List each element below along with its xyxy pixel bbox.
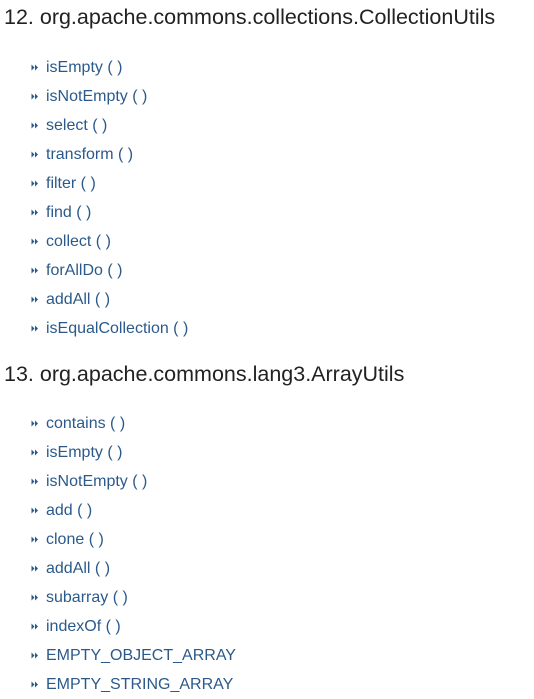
double-chevron-right-icon	[31, 285, 39, 314]
method-label: forAllDo ( )	[46, 262, 123, 279]
method-link-contains[interactable]: contains ( )	[0, 409, 534, 438]
method-link-indexof[interactable]: indexOf ( )	[0, 612, 534, 641]
method-label: transform ( )	[46, 146, 134, 163]
double-chevron-right-icon	[31, 314, 39, 343]
double-chevron-right-icon	[31, 140, 39, 169]
method-label: contains ( )	[46, 415, 126, 432]
double-chevron-right-icon	[31, 169, 39, 198]
method-link-filter[interactable]: filter ( )	[0, 169, 534, 198]
double-chevron-right-icon	[31, 670, 39, 699]
double-chevron-right-icon	[31, 82, 39, 111]
method-label: isEqualCollection ( )	[46, 320, 189, 337]
double-chevron-right-icon	[31, 198, 39, 227]
method-link-collect[interactable]: collect ( )	[0, 227, 534, 256]
method-label: collect ( )	[46, 233, 111, 250]
method-label: isNotEmpty ( )	[46, 88, 148, 105]
method-label: isEmpty ( )	[46, 59, 123, 76]
method-link-empty-object-array[interactable]: EMPTY_OBJECT_ARRAY	[0, 641, 534, 670]
method-link-isequalcollection[interactable]: isEqualCollection ( )	[0, 314, 534, 343]
method-label: EMPTY_STRING_ARRAY	[46, 676, 234, 693]
double-chevron-right-icon	[31, 256, 39, 285]
method-link-addall[interactable]: addAll ( )	[0, 285, 534, 314]
double-chevron-right-icon	[31, 554, 39, 583]
method-label: filter ( )	[46, 175, 96, 192]
method-link-isempty[interactable]: isEmpty ( )	[0, 438, 534, 467]
method-link-addall[interactable]: addAll ( )	[0, 554, 534, 583]
method-label: isEmpty ( )	[46, 444, 123, 461]
method-link-select[interactable]: select ( )	[0, 111, 534, 140]
method-link-isempty[interactable]: isEmpty ( )	[0, 53, 534, 82]
method-link-isnotempty[interactable]: isNotEmpty ( )	[0, 82, 534, 111]
method-link-foralldo[interactable]: forAllDo ( )	[0, 256, 534, 285]
double-chevron-right-icon	[31, 525, 39, 554]
method-label: find ( )	[46, 204, 92, 221]
double-chevron-right-icon	[31, 612, 39, 641]
double-chevron-right-icon	[31, 496, 39, 525]
method-label: select ( )	[46, 117, 108, 134]
method-label: add ( )	[46, 502, 93, 519]
section-title: 12. org.apache.commons.collections.Colle…	[4, 5, 496, 29]
method-label: addAll ( )	[46, 560, 111, 577]
method-link-find[interactable]: find ( )	[0, 198, 534, 227]
method-link-transform[interactable]: transform ( )	[0, 140, 534, 169]
double-chevron-right-icon	[31, 111, 39, 140]
method-link-subarray[interactable]: subarray ( )	[0, 583, 534, 612]
section-title: 13. org.apache.commons.lang3.ArrayUtils	[4, 362, 405, 386]
double-chevron-right-icon	[31, 227, 39, 256]
method-label: indexOf ( )	[46, 618, 121, 635]
method-label: isNotEmpty ( )	[46, 473, 148, 490]
method-list: isEmpty ( ) isNotEmpty ( ) select ( ) tr…	[0, 53, 534, 343]
double-chevron-right-icon	[31, 641, 39, 670]
double-chevron-right-icon	[31, 467, 39, 496]
method-list: contains ( ) isEmpty ( ) isNotEmpty ( ) …	[0, 409, 534, 699]
method-link-clone[interactable]: clone ( )	[0, 525, 534, 554]
method-label: EMPTY_OBJECT_ARRAY	[46, 647, 236, 664]
method-label: addAll ( )	[46, 291, 111, 308]
method-label: subarray ( )	[46, 589, 128, 606]
double-chevron-right-icon	[31, 53, 39, 82]
double-chevron-right-icon	[31, 438, 39, 467]
method-label: clone ( )	[46, 531, 104, 548]
method-link-add[interactable]: add ( )	[0, 496, 534, 525]
method-link-isnotempty[interactable]: isNotEmpty ( )	[0, 467, 534, 496]
method-link-empty-string-array[interactable]: EMPTY_STRING_ARRAY	[0, 670, 534, 699]
double-chevron-right-icon	[31, 583, 39, 612]
double-chevron-right-icon	[31, 409, 39, 438]
